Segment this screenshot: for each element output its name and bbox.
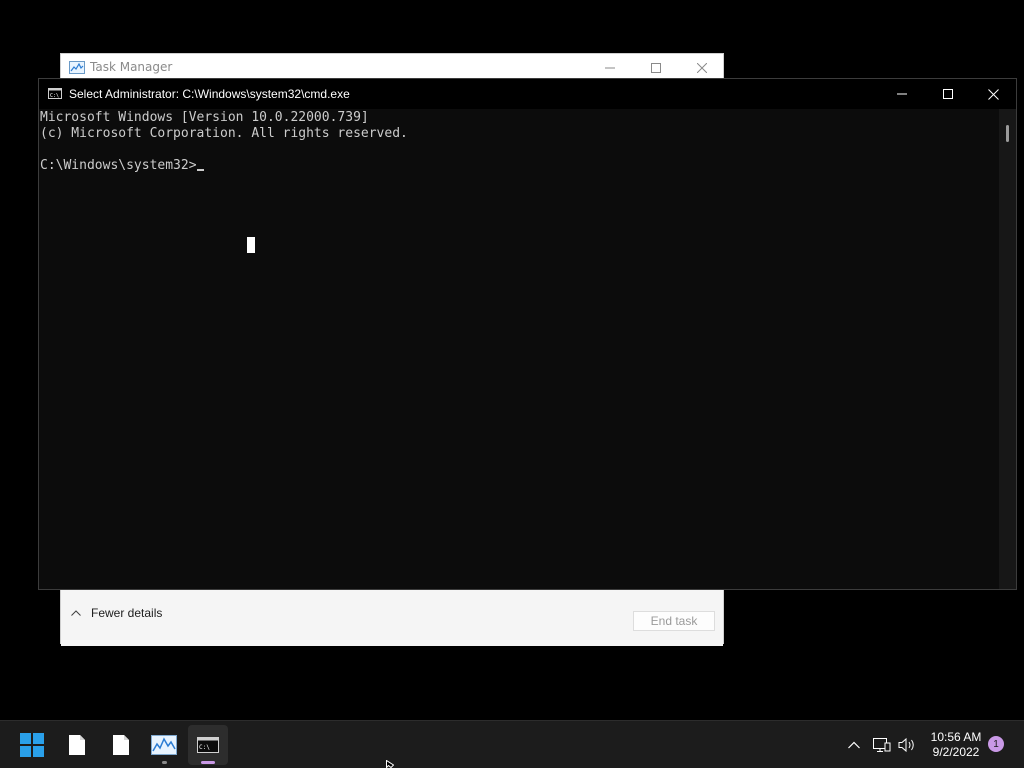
running-indicator (162, 761, 167, 764)
show-hidden-icons-button[interactable] (842, 725, 866, 765)
close-button[interactable] (679, 54, 725, 81)
network-icon (873, 738, 891, 752)
prompt-line[interactable]: C:\Windows\system32> (40, 158, 999, 174)
task-manager-icon (151, 735, 177, 755)
clock-date: 9/2/2022 (932, 745, 980, 759)
notification-badge[interactable]: 1 (988, 736, 1004, 752)
start-button[interactable] (12, 725, 52, 765)
task-manager-footer: Fewer details End task (61, 589, 723, 646)
minimize-button[interactable] (879, 79, 925, 109)
console-line: Microsoft Windows [Version 10.0.22000.73… (40, 110, 369, 125)
svg-text:C:\: C:\ (199, 744, 210, 751)
close-button[interactable] (970, 79, 1016, 109)
prompt-text: C:\Windows\system32> (40, 158, 197, 173)
close-icon (697, 62, 707, 73)
scrollbar-thumb[interactable] (1006, 125, 1009, 142)
speaker-icon (898, 737, 914, 753)
cmd-titlebar[interactable]: C:\ Select Administrator: C:\Windows\sys… (39, 79, 1016, 109)
mouse-pointer-icon (386, 760, 394, 768)
clock-time: 10:56 AM (930, 730, 982, 744)
console-output[interactable]: Microsoft Windows [Version 10.0.22000.73… (39, 109, 999, 589)
taskbar-task-manager[interactable] (144, 725, 184, 765)
windows-logo-icon (20, 733, 44, 757)
end-task-button[interactable]: End task (633, 611, 715, 631)
fewer-details-toggle[interactable]: Fewer details (71, 606, 162, 620)
console-line: (c) Microsoft Corporation. All rights re… (40, 126, 408, 141)
terminal-icon: C:\ (197, 737, 219, 753)
cmd-app-icon[interactable]: C:\ (48, 88, 62, 99)
maximize-button[interactable] (925, 79, 971, 109)
clock[interactable]: 10:56 AM 9/2/2022 (925, 730, 987, 760)
network-button[interactable] (870, 725, 894, 765)
svg-text:C:\: C:\ (50, 93, 59, 99)
file-icon (69, 735, 85, 755)
minimize-button[interactable] (587, 54, 633, 81)
taskbar-file-app-1[interactable] (57, 725, 97, 765)
cmd-title: Select Administrator: C:\Windows\system3… (69, 87, 350, 101)
close-icon (987, 88, 999, 100)
maximize-button[interactable] (633, 54, 679, 81)
minimize-icon (605, 67, 615, 68)
fewer-details-label: Fewer details (91, 606, 163, 620)
maximize-icon (651, 62, 661, 73)
volume-button[interactable] (895, 725, 919, 765)
taskbar-command-prompt[interactable]: C:\ (188, 725, 228, 765)
cmd-window[interactable]: C:\ Select Administrator: C:\Windows\sys… (38, 78, 1017, 590)
maximize-icon (943, 89, 953, 99)
minimize-icon (897, 93, 907, 95)
chevron-up-icon (848, 741, 860, 749)
active-indicator (201, 761, 215, 764)
file-icon (113, 735, 129, 755)
chevron-up-icon (71, 610, 81, 616)
task-manager-title: Task Manager (90, 60, 173, 74)
task-manager-titlebar[interactable]: Task Manager (61, 54, 723, 81)
taskbar: C:\ 10:56 AM 9/2/2022 (0, 720, 1024, 768)
task-manager-icon (69, 61, 85, 74)
selection-cursor-icon (247, 237, 255, 253)
vertical-scrollbar[interactable] (999, 109, 1016, 589)
text-caret (196, 169, 204, 171)
taskbar-file-app-2[interactable] (101, 725, 141, 765)
